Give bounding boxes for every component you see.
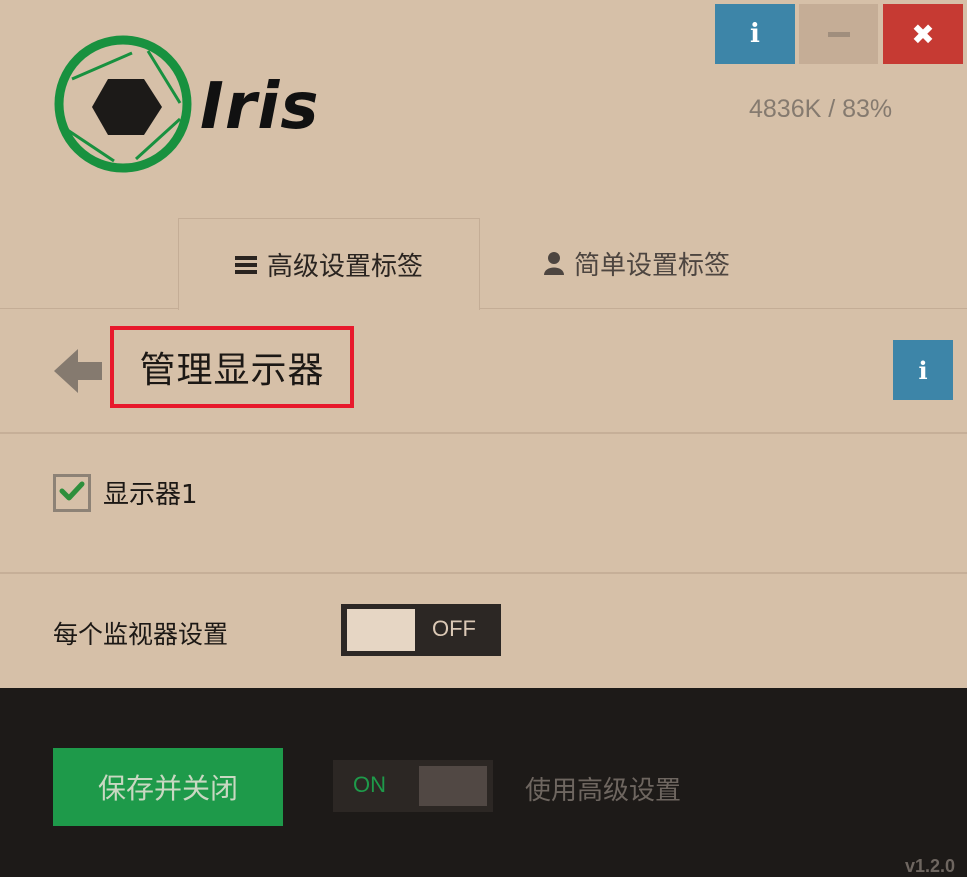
info-icon: i: [750, 19, 760, 49]
display-1-checkbox[interactable]: [53, 474, 91, 512]
tab-strip-divider: [0, 308, 967, 309]
logo-wordmark: Iris: [200, 70, 320, 144]
close-button[interactable]: ✖: [883, 4, 963, 64]
tab-simple[interactable]: 简单设置标签: [482, 218, 792, 308]
info-button[interactable]: i: [715, 4, 795, 64]
back-arrow-icon[interactable]: [52, 345, 104, 401]
display-1-label: 显示器1: [103, 480, 198, 510]
per-monitor-label: 每个监视器设置: [53, 620, 229, 649]
toggle-state-label: ON: [353, 772, 386, 797]
tab-advanced-label: 高级设置标签: [266, 252, 423, 282]
minimize-button[interactable]: [799, 4, 878, 64]
advanced-settings-label: 使用高级设置: [525, 776, 682, 806]
memory-stats: 4836K / 83%: [749, 95, 893, 123]
page-title-highlight: 管理显示器: [110, 326, 354, 408]
iris-logo-icon: [52, 33, 194, 179]
divider: [0, 432, 967, 434]
checkmark-icon: [59, 480, 85, 506]
minimize-icon: [827, 31, 850, 37]
info-icon: i: [918, 355, 928, 385]
section-info-button[interactable]: i: [893, 340, 953, 400]
hamburger-icon: [234, 255, 257, 275]
divider: [0, 572, 967, 574]
tab-advanced[interactable]: 高级设置标签: [178, 218, 480, 310]
toggle-knob: [419, 766, 487, 806]
page-title: 管理显示器: [139, 350, 325, 391]
version-label: v1.2.0: [905, 856, 956, 876]
close-icon: ✖: [911, 17, 935, 51]
advanced-settings-toggle[interactable]: ON: [333, 760, 493, 812]
tab-simple-label: 简单设置标签: [573, 250, 730, 281]
save-close-button[interactable]: 保存并关闭: [53, 748, 283, 826]
per-monitor-toggle[interactable]: OFF: [341, 604, 501, 656]
toggle-state-label: OFF: [432, 616, 476, 641]
toggle-knob: [347, 609, 415, 651]
user-icon: [543, 251, 564, 275]
